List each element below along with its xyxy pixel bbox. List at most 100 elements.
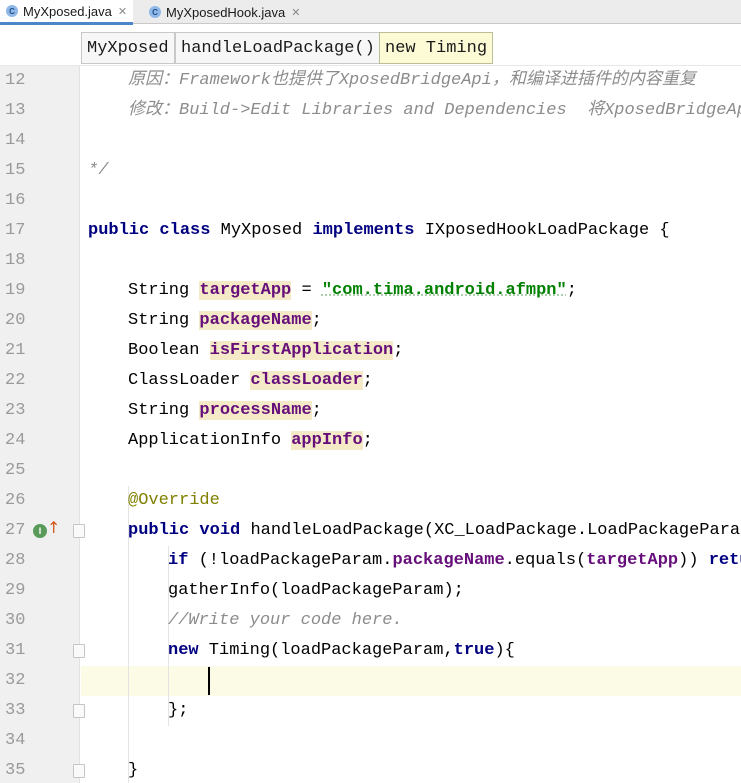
line-number: 13 <box>5 101 26 120</box>
line-number: 33 <box>5 701 26 720</box>
line-number: 20 <box>5 311 26 330</box>
line-number-gutter[interactable]: 12 13 14 15 16 17 18 19 20 21 22 23 24 2… <box>0 66 85 783</box>
keyword: void <box>199 521 241 540</box>
line-number: 31 <box>5 641 26 660</box>
line-number: 35 <box>5 761 26 780</box>
code-line-field: ClassLoader classLoader; <box>128 366 373 396</box>
type-name: String <box>128 311 190 330</box>
line-number: 27 <box>5 521 26 540</box>
code-line-close-brace: }; <box>168 701 189 720</box>
implements-method-icon[interactable]: I <box>33 524 47 538</box>
field-name: classLoader <box>250 371 363 390</box>
semicolon: ; <box>311 311 322 330</box>
code-editor[interactable]: 原因：Framework也提供了XposedBridgeApi，和编译进插件的内… <box>81 66 741 783</box>
keyword: class <box>159 221 211 240</box>
field-name: isFirstApplication <box>209 341 394 360</box>
field-name: targetApp <box>199 281 292 300</box>
operator: = <box>291 281 322 300</box>
editor-tab-bar: C MyXposed.java ✕ C MyXposedHook.java ✕ <box>0 0 741 25</box>
code-text: ){ <box>494 641 515 660</box>
string-literal: "com.tima.android.afmpn" <box>321 281 567 300</box>
line-number: 17 <box>5 221 26 240</box>
class-icon: C <box>6 5 18 17</box>
semicolon: ; <box>566 281 577 300</box>
breadcrumb-item-class[interactable]: MyXposed <box>81 32 175 64</box>
line-number: 25 <box>5 461 26 480</box>
override-up-arrow-icon[interactable]: ↑ <box>47 518 60 537</box>
keyword: implements <box>312 221 415 240</box>
current-line-highlight <box>81 666 741 696</box>
line-number: 30 <box>5 611 26 630</box>
tab-label: MyXposedHook.java <box>166 4 286 20</box>
breadcrumb-item-method[interactable]: handleLoadPackage() <box>175 32 381 64</box>
code-line-comment: 修改：Build->Edit Libraries and Dependencie… <box>128 101 741 120</box>
semicolon: ; <box>393 341 404 360</box>
tab-label: MyXposed.java <box>23 3 112 19</box>
breadcrumb-item-anonymous-class[interactable]: new Timing <box>379 32 494 64</box>
interface-name: IXposedHookLoadPackage { <box>424 221 670 240</box>
breadcrumb: MyXposed handleLoadPackage() new Timing <box>0 25 741 66</box>
semicolon: ; <box>362 431 373 450</box>
tab-myxposed-java[interactable]: C MyXposed.java ✕ <box>0 0 134 25</box>
line-number: 21 <box>5 341 26 360</box>
field-name: appInfo <box>291 431 363 450</box>
code-line-close-brace: } <box>128 761 139 780</box>
code-text: )) <box>678 551 709 570</box>
text-caret <box>208 667 210 695</box>
code-line-field: String packageName; <box>128 306 322 336</box>
type-name: String <box>128 401 190 420</box>
code-line-field: String targetApp = "com.tima.android.afm… <box>128 276 577 306</box>
semicolon: ; <box>362 371 373 390</box>
code-line-field: Boolean isFirstApplication; <box>128 336 403 366</box>
code-line-comment: 原因：Framework也提供了XposedBridgeApi，和编译进插件的内… <box>128 71 696 90</box>
code-line-comment-end: */ <box>88 161 109 180</box>
code-line-annotation: @Override <box>128 491 220 510</box>
type-name: ClassLoader <box>128 371 241 390</box>
field-name: packageName <box>199 311 312 330</box>
line-number: 24 <box>5 431 26 450</box>
field-reference: packageName <box>392 551 505 570</box>
method-signature: handleLoadPackage(XC_LoadPackage.LoadPac… <box>250 521 741 540</box>
code-text: Timing(loadPackageParam, <box>198 641 454 660</box>
keyword: new <box>168 641 199 660</box>
line-number: 12 <box>5 71 26 90</box>
tab-myxposedhook-java[interactable]: C MyXposedHook.java ✕ <box>143 0 306 24</box>
line-number: 28 <box>5 551 26 570</box>
type-name: Boolean <box>128 341 200 360</box>
line-number: 32 <box>5 671 26 690</box>
keyword: true <box>453 641 495 660</box>
line-number: 23 <box>5 401 26 420</box>
type-name: ApplicationInfo <box>128 431 282 450</box>
semicolon: ; <box>311 401 322 420</box>
line-number: 34 <box>5 731 26 750</box>
close-icon[interactable]: ✕ <box>291 6 300 19</box>
class-name: MyXposed <box>220 221 303 240</box>
line-number: 16 <box>5 191 26 210</box>
line-number: 19 <box>5 281 26 300</box>
code-line-method-call: gatherInfo(loadPackageParam); <box>168 581 464 600</box>
code-text: (!loadPackageParam. <box>188 551 393 570</box>
type-name: String <box>128 281 190 300</box>
close-icon[interactable]: ✕ <box>118 5 127 18</box>
line-number: 14 <box>5 131 26 150</box>
field-name: processName <box>199 401 312 420</box>
line-number: 26 <box>5 491 26 510</box>
code-line-class-declaration: public class MyXposed implements IXposed… <box>88 216 670 246</box>
field-reference: targetApp <box>586 551 679 570</box>
keyword: return <box>708 551 741 570</box>
line-number: 15 <box>5 161 26 180</box>
line-number: 18 <box>5 251 26 270</box>
code-line-method-declaration: public void handleLoadPackage(XC_LoadPac… <box>128 516 741 546</box>
code-line-comment: //Write your code here. <box>168 611 403 630</box>
keyword: public <box>128 521 190 540</box>
line-number: 29 <box>5 581 26 600</box>
keyword: public <box>88 221 150 240</box>
class-icon: C <box>149 6 161 18</box>
code-line-field: ApplicationInfo appInfo; <box>128 426 373 456</box>
code-line-field: String processName; <box>128 396 322 426</box>
line-number: 22 <box>5 371 26 390</box>
code-line-if-statement: if (!loadPackageParam.packageName.equals… <box>168 546 741 576</box>
keyword: if <box>168 551 189 570</box>
code-line-new-timing: new Timing(loadPackageParam,true){ <box>168 636 515 666</box>
code-text: .equals( <box>504 551 587 570</box>
